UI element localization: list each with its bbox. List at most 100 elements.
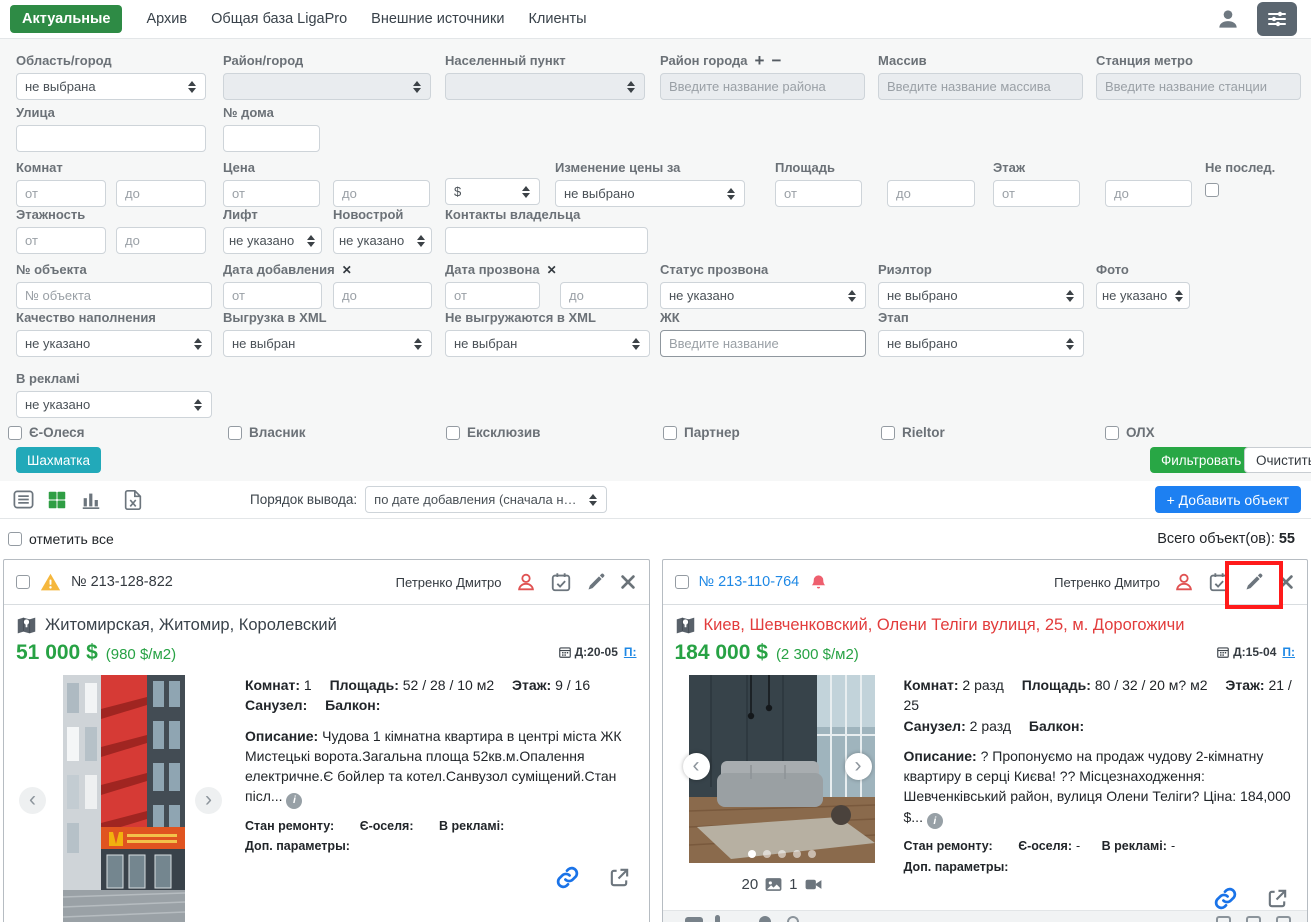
user-button[interactable] [1215, 6, 1241, 32]
call-status-select[interactable]: не указано [660, 282, 866, 309]
price-change-select[interactable]: не выбрано [555, 180, 745, 207]
clear-date-added-icon[interactable]: ✕ [342, 263, 352, 277]
tab-clients[interactable]: Клиенты [528, 11, 586, 27]
date-added-to-input[interactable] [333, 282, 432, 309]
info-icon[interactable]: i [286, 793, 302, 809]
metro-input[interactable] [1096, 73, 1301, 100]
checkbox-box[interactable] [8, 426, 22, 440]
date-called-from-input[interactable] [445, 282, 540, 309]
raion-select[interactable] [223, 73, 431, 100]
xml-excluded-select[interactable]: не выбран [445, 330, 650, 357]
oblast-select[interactable]: не выбрана [16, 73, 206, 100]
clear-button[interactable]: Очистить [1244, 447, 1311, 473]
photo-prev-button[interactable]: ‹ [683, 753, 710, 780]
price-from-input[interactable] [223, 180, 320, 207]
select-all-checkbox[interactable] [8, 532, 22, 546]
tab-external-sources[interactable]: Внешние источники [371, 11, 504, 27]
area-to-input[interactable] [887, 180, 975, 207]
carousel-dot[interactable] [748, 850, 756, 858]
schedule-button[interactable] [550, 571, 572, 593]
xml-export-select[interactable]: не выбран [223, 330, 432, 357]
object-number-input[interactable] [16, 282, 212, 309]
rooms-from-input[interactable] [16, 180, 106, 207]
excel-export-button[interactable] [120, 487, 146, 513]
checkbox-box[interactable] [228, 426, 242, 440]
schedule-button[interactable] [1208, 571, 1230, 593]
checkbox-box[interactable] [881, 426, 895, 440]
punkt-select[interactable] [445, 73, 645, 100]
realtor-select[interactable]: не выбрано [878, 282, 1084, 309]
quality-select[interactable]: не указано [16, 330, 212, 357]
property-photo[interactable] [63, 675, 185, 922]
date-added-from-input[interactable] [223, 282, 322, 309]
p-link[interactable]: П: [1282, 645, 1295, 659]
checkbox-partner[interactable]: Партнер [663, 425, 740, 440]
floor-from-input[interactable] [993, 180, 1080, 207]
card-checkbox[interactable] [675, 575, 689, 589]
add-object-button[interactable]: + Добавить объект [1155, 486, 1301, 513]
remove-district-button[interactable]: − [771, 56, 781, 66]
floors-total-from-input[interactable] [16, 227, 106, 254]
owner-contacts-input[interactable] [445, 227, 648, 254]
date-called-to-input[interactable] [560, 282, 648, 309]
clear-date-called-icon[interactable]: ✕ [547, 263, 557, 277]
floor-to-input[interactable] [1105, 180, 1192, 207]
newbuild-select[interactable]: не указано [333, 227, 432, 254]
settings-button[interactable] [1257, 2, 1297, 36]
currency-select[interactable]: $ [445, 178, 540, 205]
carousel-dot[interactable] [778, 850, 786, 858]
open-external-button[interactable] [1266, 886, 1289, 911]
carousel-dot[interactable] [793, 850, 801, 858]
chessboard-button[interactable]: Шахматка [16, 447, 101, 473]
carousel-dot[interactable] [808, 850, 816, 858]
open-external-button[interactable] [608, 865, 631, 890]
grid-view-button[interactable] [44, 487, 70, 513]
massiv-input[interactable] [878, 73, 1083, 100]
photo-next-button[interactable]: › [195, 787, 222, 814]
realtor-button[interactable] [1173, 571, 1195, 593]
close-button[interactable] [1277, 573, 1295, 591]
checkbox-box[interactable] [1105, 426, 1119, 440]
edit-button[interactable] [585, 572, 606, 593]
order-select[interactable]: по дате добавления (сначала новые) [365, 486, 607, 513]
checkbox-olx[interactable]: ОЛХ [1105, 425, 1155, 440]
lift-select[interactable]: не указано [223, 227, 322, 254]
photo-next-button[interactable]: › [845, 753, 872, 780]
photo-select[interactable]: не указано [1096, 282, 1190, 309]
checkbox-box[interactable] [663, 426, 677, 440]
p-link[interactable]: П: [624, 645, 637, 659]
close-button[interactable] [619, 573, 637, 591]
street-input[interactable] [16, 125, 206, 152]
house-number-input[interactable] [223, 125, 320, 152]
not-last-floor-checkbox[interactable] [1205, 183, 1219, 197]
checkbox-vlasnik[interactable]: Власник [228, 425, 306, 440]
stage-select[interactable]: не выбрано [878, 330, 1084, 357]
residential-complex-input[interactable] [660, 330, 866, 357]
add-district-button[interactable]: + [755, 56, 765, 66]
tab-actual[interactable]: Актуальные [10, 5, 122, 33]
tab-archive[interactable]: Архив [146, 11, 187, 27]
card-checkbox[interactable] [16, 575, 30, 589]
floors-total-to-input[interactable] [116, 227, 206, 254]
filter-button[interactable]: Фильтровать [1150, 447, 1252, 473]
info-icon[interactable]: i [927, 813, 943, 829]
list-view-button[interactable] [10, 487, 36, 513]
copy-link-button[interactable] [555, 865, 580, 890]
checkbox-exclusive[interactable]: Ексклюзив [446, 425, 540, 440]
object-number-link[interactable]: № 213-110-764 [699, 574, 800, 590]
area-from-input[interactable] [775, 180, 862, 207]
checkbox-eolesya[interactable]: Є-Олеся [8, 425, 85, 440]
realtor-button[interactable] [515, 571, 537, 593]
price-to-input[interactable] [333, 180, 430, 207]
chart-view-button[interactable] [78, 487, 104, 513]
checkbox-box[interactable] [446, 426, 460, 440]
photo-prev-button[interactable]: ‹ [19, 787, 46, 814]
checkbox-rieltor[interactable]: Rieltor [881, 425, 945, 440]
tab-ligapro-base[interactable]: Общая база LigaPro [211, 11, 347, 27]
edit-button[interactable] [1243, 572, 1264, 593]
rooms-to-input[interactable] [116, 180, 206, 207]
in-ads-select[interactable]: не указано [16, 391, 212, 418]
carousel-dot[interactable] [763, 850, 771, 858]
copy-link-button[interactable] [1213, 886, 1238, 911]
district-input[interactable] [660, 73, 865, 100]
